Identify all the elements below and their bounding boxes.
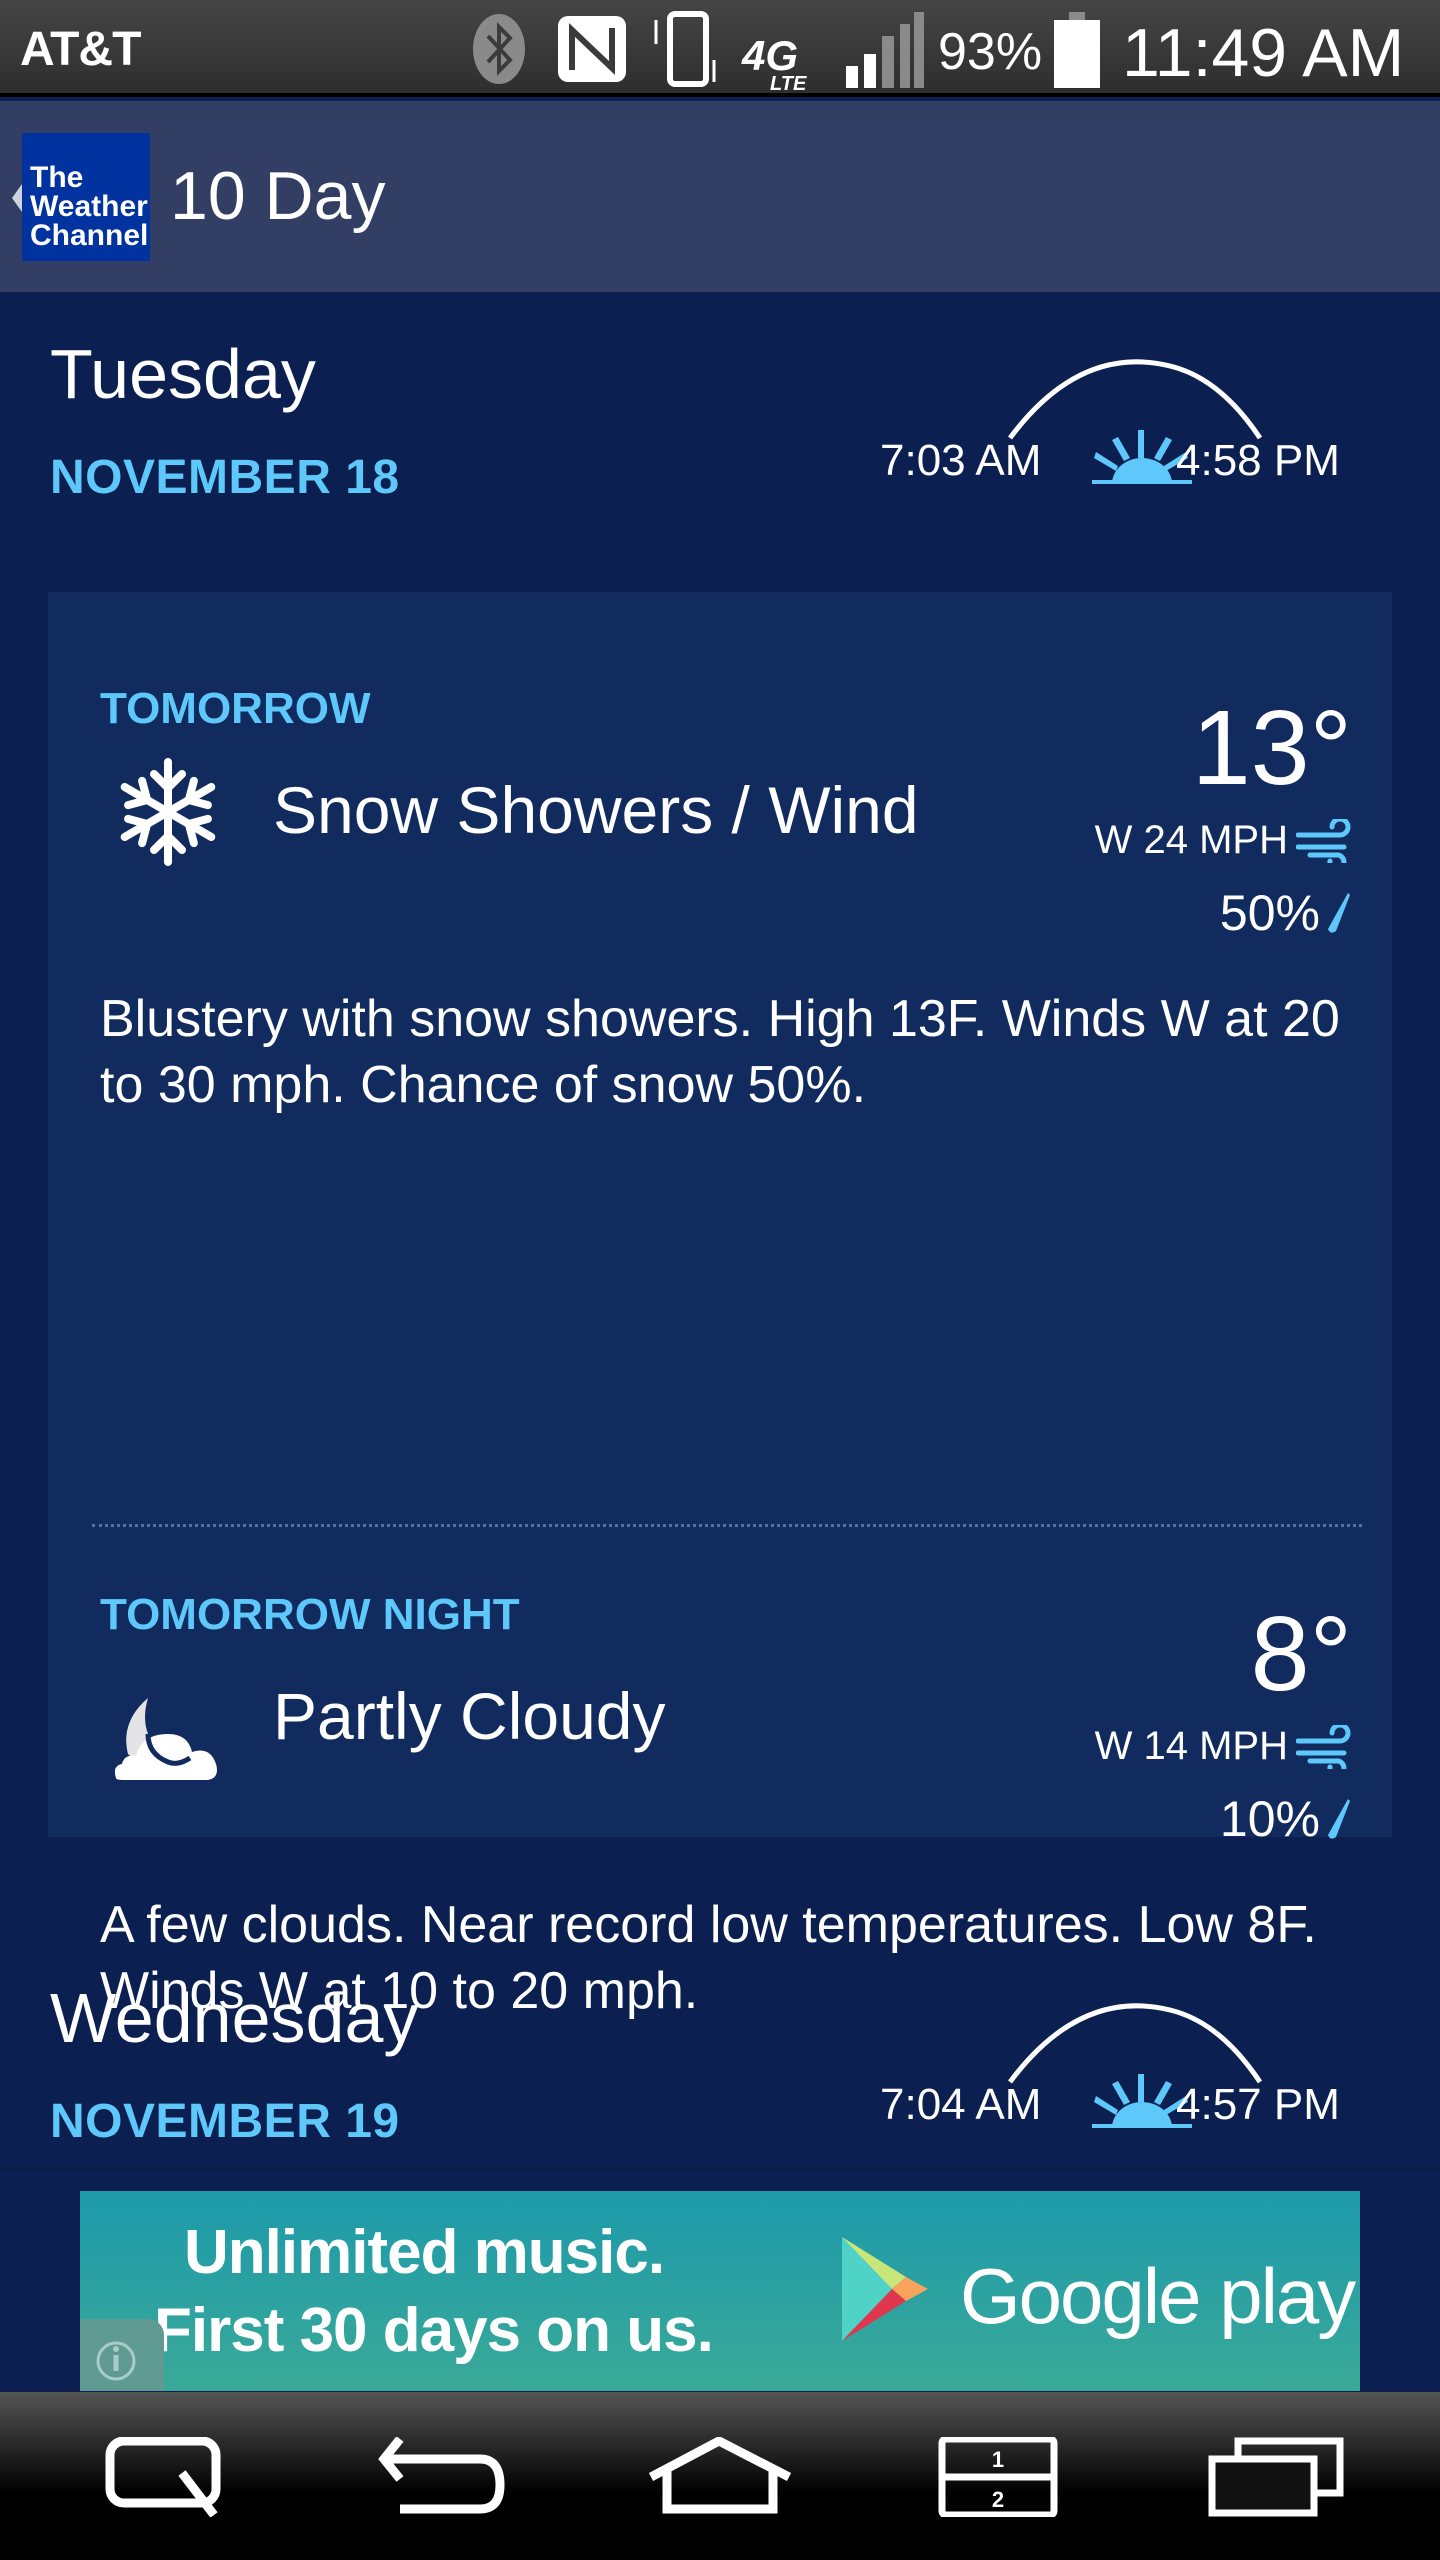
- status-bar: AT&T 4G LTE 93% 11:49 AM: [0, 0, 1440, 97]
- recent-apps-button[interactable]: [1196, 2422, 1356, 2532]
- forecast-narrative: Blustery with snow showers. High 13F. Wi…: [100, 990, 1340, 1114]
- page-title: 10 Day: [170, 158, 386, 234]
- dual-window-icon: 1 2: [938, 2437, 1058, 2517]
- period-label: TOMORROW NIGHT: [100, 1590, 520, 1639]
- battery-percent: 93%: [938, 23, 1043, 81]
- up-navigation-button[interactable]: The Weather Channel: [0, 101, 160, 292]
- day-date: NOVEMBER 18: [50, 451, 400, 504]
- ad-subline: First 30 days on us.: [154, 2296, 714, 2365]
- dual-window-button[interactable]: 1 2: [918, 2422, 1078, 2532]
- period-divider: [92, 1524, 1362, 1527]
- temperature: 13°: [1191, 689, 1352, 807]
- sunset-time: 4:58 PM: [1176, 436, 1340, 485]
- ad-info-button[interactable]: [80, 2319, 164, 2391]
- raindrop-icon: [1328, 1799, 1350, 1839]
- forecast-list[interactable]: Tuesday NOVEMBER 18 7:03 AM 4:58 PM TOMO…: [0, 292, 1440, 2392]
- wind-icon: [1296, 818, 1351, 863]
- battery-icon: [1054, 12, 1100, 88]
- wind-speed: W 14 MPH: [1094, 1724, 1288, 1768]
- weather-channel-logo: The Weather Channel: [22, 133, 150, 261]
- bluetooth-icon: [473, 14, 525, 84]
- logo-line: Weather: [30, 190, 148, 223]
- temperature: 8°: [1250, 1595, 1352, 1713]
- back-button[interactable]: [360, 2422, 520, 2532]
- back-caret-icon: [12, 184, 22, 212]
- nfc-icon: [558, 16, 626, 82]
- svg-text:4G: 4G: [741, 32, 798, 79]
- lte-icon: 4G LTE: [741, 32, 807, 94]
- dual-window-label: 1: [992, 2447, 1004, 2472]
- ad-brand: Google play: [960, 2252, 1356, 2340]
- raindrop-icon: [1328, 893, 1350, 933]
- sunset-time: 4:57 PM: [1176, 2080, 1340, 2129]
- wind-info: W 24 MPH: [1095, 818, 1352, 863]
- home-button[interactable]: [640, 2422, 800, 2532]
- clock: 11:49 AM: [1122, 15, 1405, 91]
- navigation-bar: 1 2: [0, 2392, 1440, 2560]
- precip-info: 10%: [1220, 1790, 1352, 1848]
- info-icon: [96, 2341, 136, 2381]
- day-date: NOVEMBER 19: [50, 2095, 400, 2148]
- sunrise-time: 7:03 AM: [880, 436, 1042, 485]
- precip-chance: 10%: [1219, 1791, 1320, 1847]
- google-play-logo-icon: [842, 2237, 928, 2341]
- sun-times: 7:04 AM 4:57 PM: [880, 1998, 1360, 2138]
- app-bar: The Weather Channel 10 Day: [0, 101, 1440, 292]
- condition-text: Partly Cloudy: [273, 1679, 666, 1753]
- precip-info: 50%: [1220, 884, 1352, 942]
- sun-times: 7:03 AM 4:58 PM: [880, 354, 1360, 494]
- vibrate-icon: [654, 11, 716, 87]
- carrier-label: AT&T: [20, 23, 141, 76]
- day-name: Wednesday: [50, 1979, 419, 2057]
- wind-speed: W 24 MPH: [1094, 818, 1288, 862]
- period-label: TOMORROW: [100, 684, 371, 733]
- svg-text:LTE: LTE: [770, 73, 807, 94]
- ad-headline: Unlimited music.: [184, 2218, 665, 2287]
- wind-icon: [1296, 1724, 1351, 1769]
- wind-info: W 14 MPH: [1095, 1724, 1352, 1769]
- quick-memo-button[interactable]: [86, 2422, 246, 2532]
- moon-cloud-icon: [114, 1698, 217, 1780]
- day-name: Tuesday: [50, 335, 316, 413]
- signal-icon: [846, 12, 924, 88]
- quick-memo-icon: [105, 2437, 221, 2517]
- condition-text: Snow Showers / Wind: [273, 773, 919, 847]
- precip-chance: 50%: [1219, 885, 1320, 941]
- back-arrow-icon: [378, 2437, 505, 2514]
- logo-line: The: [30, 161, 84, 194]
- recent-apps-icon: [1208, 2437, 1344, 2517]
- home-icon: [648, 2437, 792, 2514]
- forecast-card[interactable]: TOMORROW Snow Showers / Wind 13° W 24 MP…: [48, 592, 1392, 2020]
- ad-banner[interactable]: Unlimited music. First 30 days on us. Go…: [80, 2191, 1360, 2391]
- logo-line: Channel: [30, 219, 149, 252]
- sunrise-time: 7:04 AM: [880, 2080, 1042, 2129]
- dual-window-label: 2: [992, 2487, 1004, 2512]
- day-separator: [0, 2168, 1440, 2171]
- snowflake-icon: [108, 758, 228, 872]
